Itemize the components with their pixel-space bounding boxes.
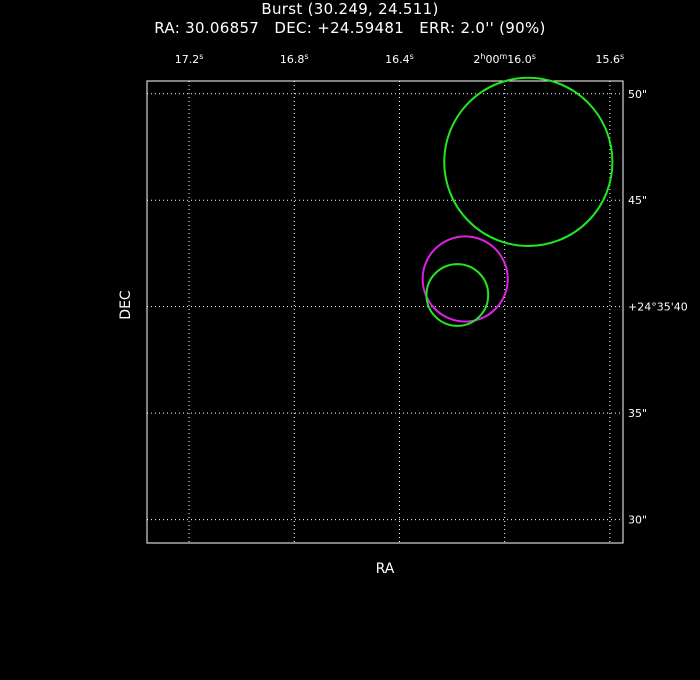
x-tick-label: 15.6s [596,52,625,66]
x-axis-label: RA [376,561,395,577]
y-tick-label: 45" [628,194,647,207]
y-tick-label: 50" [628,88,647,101]
error-circles [421,76,614,327]
error-circle [425,263,490,327]
x-tick-label: 2h00m16.0s [473,52,536,66]
x-tick-label: 16.8s [280,52,309,66]
x-tick-label: 16.4s [385,52,414,66]
error-circle [421,235,509,323]
error-circle [443,76,614,247]
grid-lines [147,81,623,543]
y-axis-label: DEC [118,290,134,320]
y-tick-label: 30" [628,514,647,527]
x-tick-labels: 17.2s 16.8s 16.4s 2h00m16.0s 15.6s [175,52,624,66]
x-tick-label: 17.2s [175,52,204,66]
plot-frame [146,80,624,544]
y-tick-labels: 50" 45" +24°35'40 35" 30" [628,88,688,527]
y-tick-label: 35" [628,407,647,420]
y-tick-label: +24°35'40 [628,301,688,314]
sky-chart: 17.2s 16.8s 16.4s 2h00m16.0s 15.6s 50" 45" +24… [118,52,688,577]
